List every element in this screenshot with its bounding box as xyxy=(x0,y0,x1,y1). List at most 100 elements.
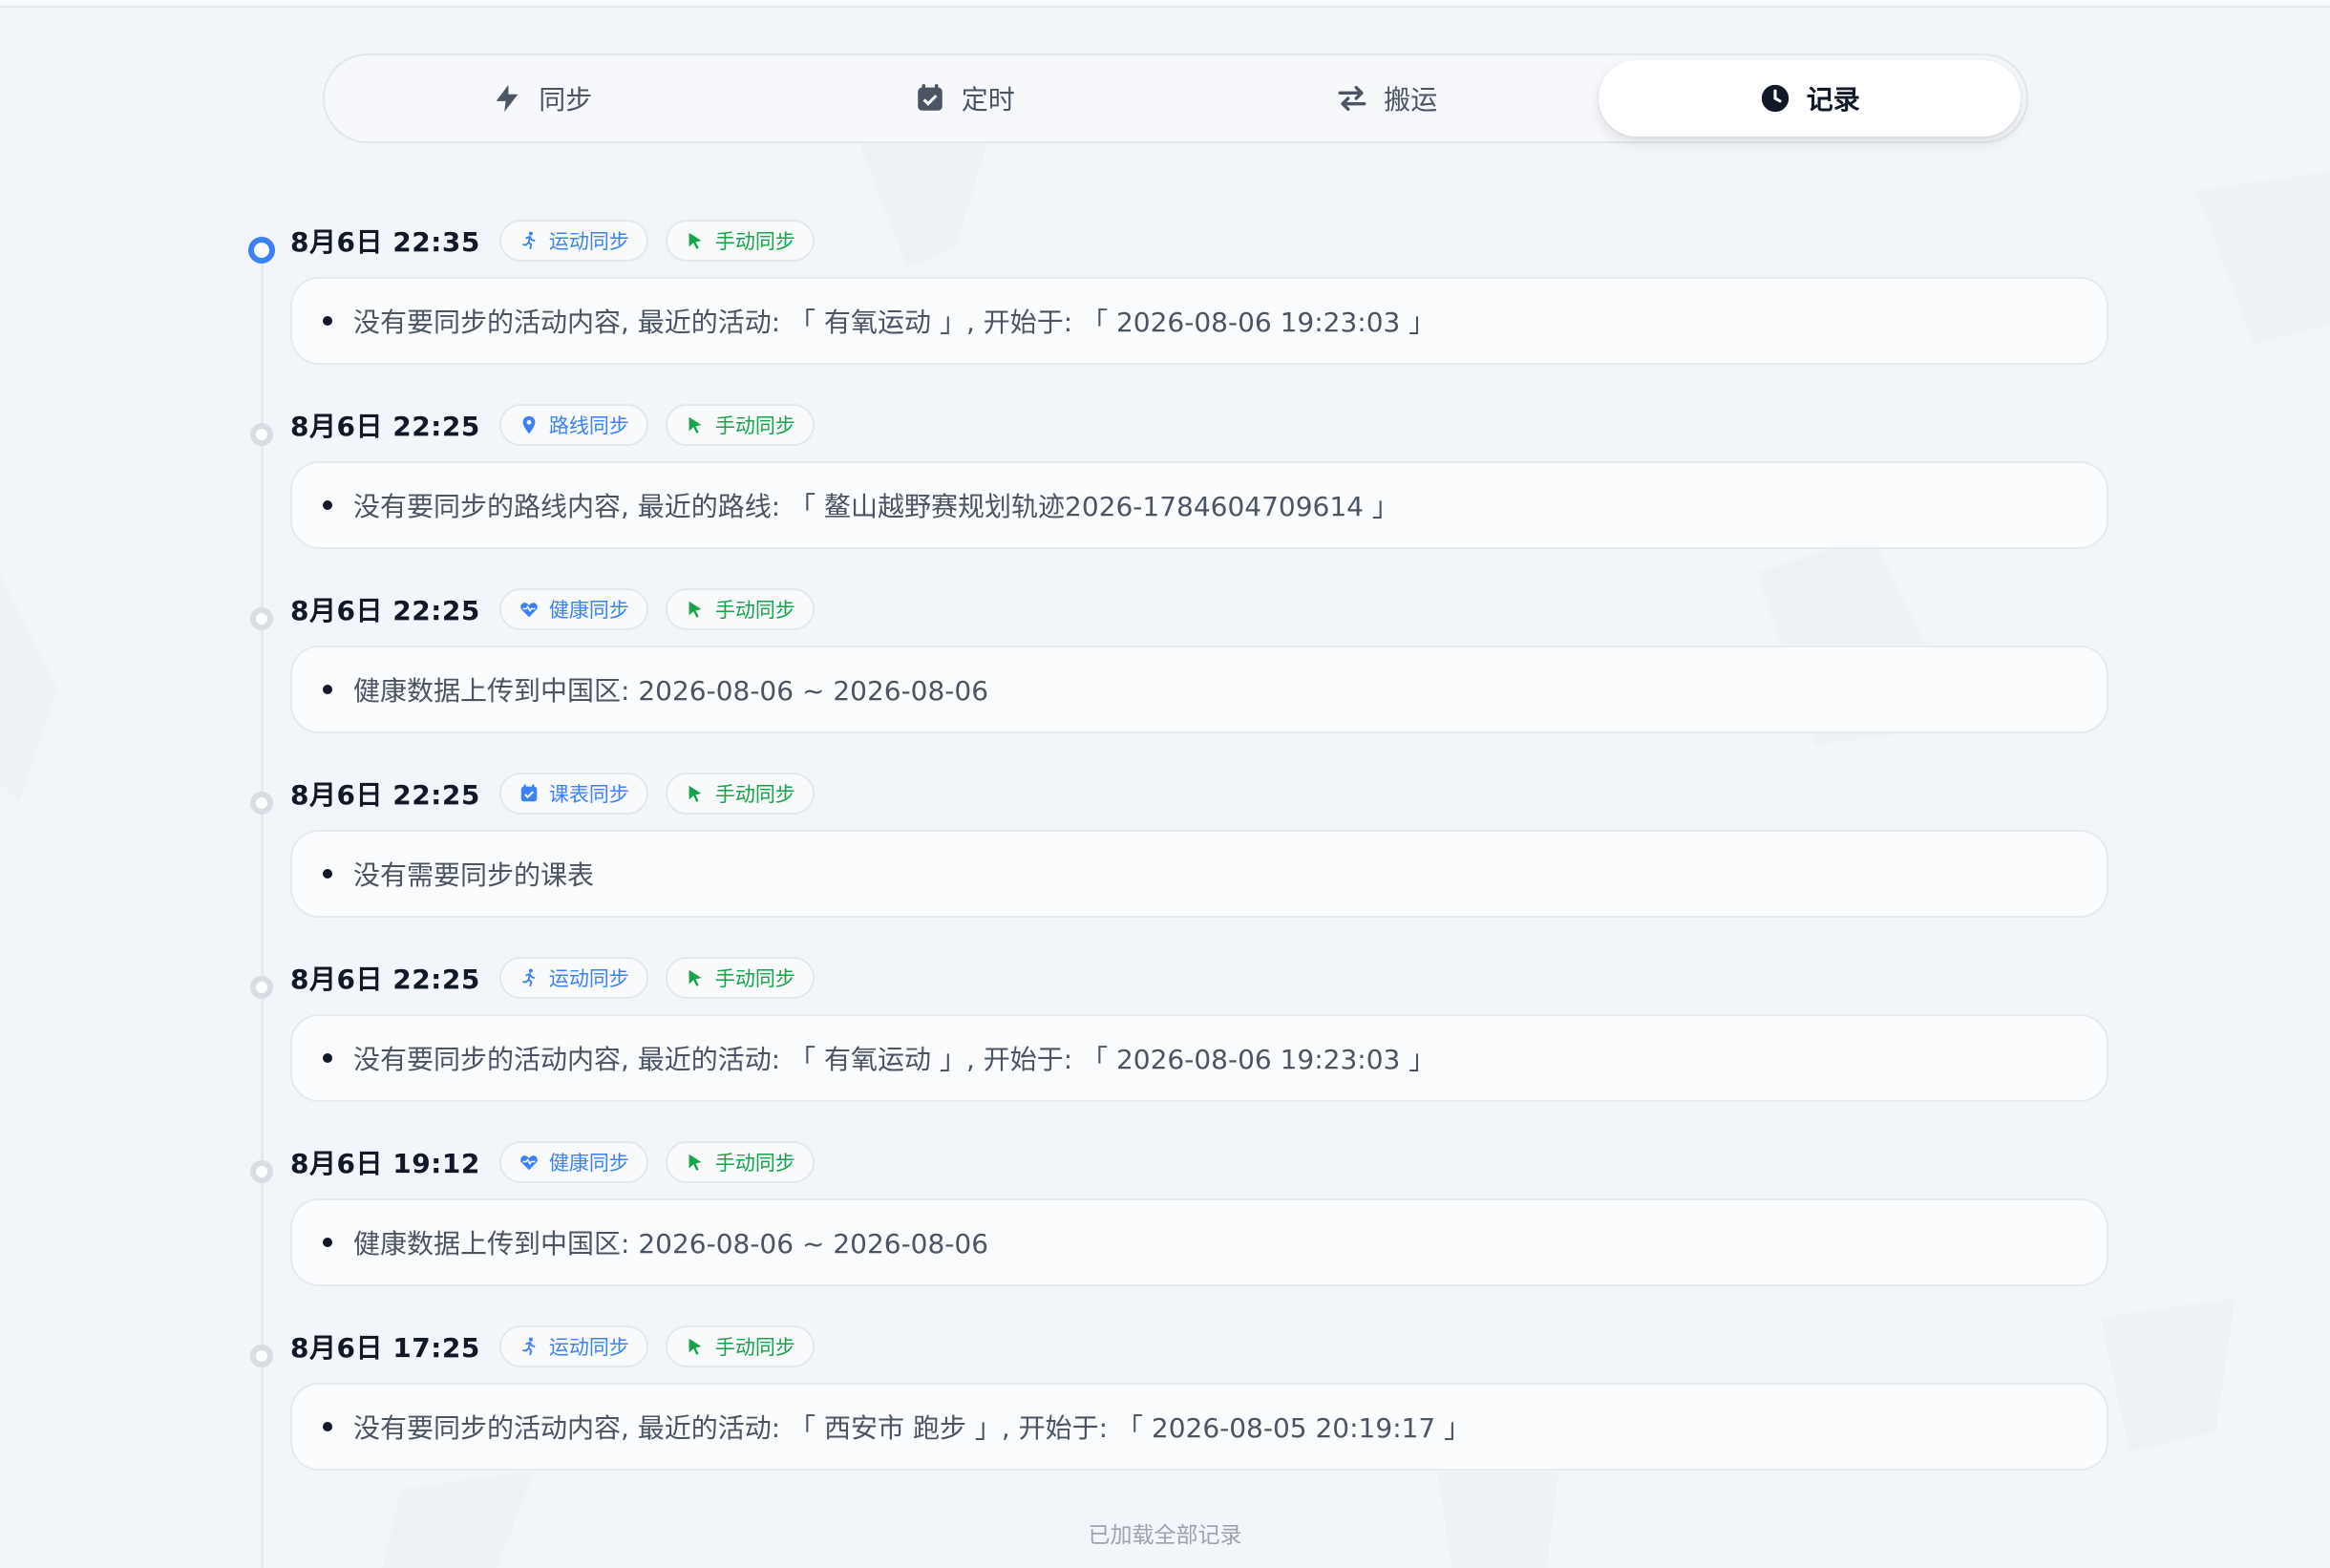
cursor-icon xyxy=(688,1338,702,1355)
record-content: 健康数据上传到中国区: 2026-08-06 ~ 2026-08-06 xyxy=(290,1198,2108,1286)
cursor-icon xyxy=(688,969,702,986)
timeline-dot xyxy=(250,423,273,446)
record-type-badge: 课表同步 xyxy=(498,773,648,815)
record-message: 没有要同步的路线内容, 最近的路线: 「 鳌山越野赛规划轨迹2026-17846… xyxy=(353,491,1399,522)
record-content: 健康数据上传到中国区: 2026-08-06 ~ 2026-08-06 xyxy=(290,646,2108,733)
badge-label: 手动同步 xyxy=(714,967,795,990)
record-header: 8月6日 22:25 课表同步 手动同步 xyxy=(290,771,815,816)
record-time: 8月6日 19:12 xyxy=(290,1148,480,1179)
bullet xyxy=(323,316,332,326)
record-time: 8月6日 17:25 xyxy=(290,1332,480,1364)
record-item: 8月6日 22:25 健康同步 手动同步 健康数据上传到中国区: 2026-08… xyxy=(0,567,2330,752)
record-content: 没有要同步的活动内容, 最近的活动: 「 有氧运动 」, 开始于: 「 2026… xyxy=(290,1014,2108,1102)
record-item: 8月6日 22:25 运动同步 手动同步 没有要同步的活动内容, 最近的活动: … xyxy=(0,936,2330,1120)
tab-label: 搬运 xyxy=(1384,84,1438,116)
tab-records[interactable]: 记录 xyxy=(1598,60,2021,137)
cursor-icon xyxy=(688,1154,702,1171)
map-pin-icon xyxy=(522,415,536,434)
badge-label: 课表同步 xyxy=(548,783,629,806)
tab-transfer[interactable]: 搬运 xyxy=(1176,60,1599,137)
record-content: 没有要同步的活动内容, 最近的活动: 「 西安市 跑步 」, 开始于: 「 20… xyxy=(290,1383,2108,1471)
clock-icon xyxy=(1761,84,1789,113)
timeline-dot xyxy=(250,976,273,999)
record-header: 8月6日 22:35 运动同步 手动同步 xyxy=(290,218,815,264)
timeline-dot xyxy=(250,792,273,815)
cursor-icon xyxy=(688,601,702,618)
timeline-dot xyxy=(248,237,275,264)
cursor-icon xyxy=(688,416,702,434)
tab-schedule[interactable]: 定时 xyxy=(753,60,1176,137)
record-mode-badge: 手动同步 xyxy=(665,220,815,262)
record-type-badge: 运动同步 xyxy=(498,957,648,999)
badge-label: 手动同步 xyxy=(714,1336,795,1359)
tab-label: 记录 xyxy=(1806,84,1860,116)
badge-label: 手动同步 xyxy=(714,599,795,622)
top-divider xyxy=(0,0,2330,8)
timeline-dot xyxy=(250,607,273,630)
badge-label: 手动同步 xyxy=(714,414,795,437)
record-time: 8月6日 22:25 xyxy=(290,595,480,626)
bullet xyxy=(323,500,332,510)
badge-label: 手动同步 xyxy=(714,783,795,806)
record-message: 没有要同步的活动内容, 最近的活动: 「 有氧运动 」, 开始于: 「 2026… xyxy=(353,1044,1436,1075)
record-type-badge: 健康同步 xyxy=(498,1141,648,1183)
record-item: 8月6日 22:25 路线同步 手动同步 没有要同步的路线内容, 最近的路线: … xyxy=(0,383,2330,567)
record-header: 8月6日 22:25 路线同步 手动同步 xyxy=(290,402,815,448)
calendar-check-icon xyxy=(917,84,943,111)
timeline-dot xyxy=(250,1160,273,1183)
record-message: 没有要同步的活动内容, 最近的活动: 「 有氧运动 」, 开始于: 「 2026… xyxy=(353,307,1436,338)
bullet xyxy=(323,685,332,694)
tab-label: 定时 xyxy=(961,84,1015,116)
badge-label: 运动同步 xyxy=(548,230,629,253)
badge-label: 运动同步 xyxy=(548,1336,629,1359)
record-message: 健康数据上传到中国区: 2026-08-06 ~ 2026-08-06 xyxy=(353,1228,989,1260)
record-item: 8月6日 19:12 健康同步 手动同步 健康数据上传到中国区: 2026-08… xyxy=(0,1120,2330,1304)
tab-sync[interactable]: 同步 xyxy=(330,60,753,137)
record-time: 8月6日 22:35 xyxy=(290,226,480,258)
badge-label: 手动同步 xyxy=(714,230,795,253)
record-header: 8月6日 17:25 运动同步 手动同步 xyxy=(290,1324,815,1369)
running-person-icon xyxy=(521,968,536,987)
record-item: 8月6日 22:35 运动同步 手动同步 没有要同步的活动内容, 最近的活动: … xyxy=(0,199,2330,383)
record-content: 没有要同步的活动内容, 最近的活动: 「 有氧运动 」, 开始于: 「 2026… xyxy=(290,277,2108,365)
badge-label: 路线同步 xyxy=(548,414,629,437)
tab-bar: 同步 定时 搬运 记录 xyxy=(323,53,2028,143)
record-header: 8月6日 22:25 运动同步 手动同步 xyxy=(290,955,815,1001)
record-message: 没有需要同步的课表 xyxy=(353,859,595,891)
transfer-arrows-icon xyxy=(1338,85,1366,112)
record-mode-badge: 手动同步 xyxy=(665,773,815,815)
record-header: 8月6日 22:25 健康同步 手动同步 xyxy=(290,586,815,632)
badge-label: 运动同步 xyxy=(548,967,629,990)
record-time: 8月6日 22:25 xyxy=(290,779,480,811)
badge-label: 健康同步 xyxy=(548,1152,629,1175)
record-time: 8月6日 22:25 xyxy=(290,964,480,995)
record-item: 8月6日 17:25 运动同步 手动同步 没有要同步的活动内容, 最近的活动: … xyxy=(0,1304,2330,1489)
record-mode-badge: 手动同步 xyxy=(665,957,815,999)
record-time: 8月6日 22:25 xyxy=(290,411,480,442)
badge-label: 手动同步 xyxy=(714,1152,795,1175)
record-item: 8月6日 22:25 课表同步 手动同步 没有需要同步的课表 xyxy=(0,752,2330,936)
heart-pulse-icon xyxy=(520,1155,538,1171)
timeline-dot xyxy=(250,1345,273,1367)
record-content: 没有要同步的路线内容, 最近的路线: 「 鳌山越野赛规划轨迹2026-17846… xyxy=(290,461,2108,549)
record-header: 8月6日 19:12 健康同步 手动同步 xyxy=(290,1139,815,1185)
badge-label: 健康同步 xyxy=(548,599,629,622)
heart-pulse-icon xyxy=(520,603,538,618)
bullet xyxy=(323,1238,332,1247)
record-mode-badge: 手动同步 xyxy=(665,588,815,630)
record-type-badge: 路线同步 xyxy=(498,404,648,446)
record-type-badge: 健康同步 xyxy=(498,588,648,630)
bolt-icon xyxy=(496,84,519,113)
running-person-icon xyxy=(521,1337,536,1356)
record-mode-badge: 手动同步 xyxy=(665,1325,815,1367)
record-content: 没有需要同步的课表 xyxy=(290,830,2108,918)
all-loaded-text: 已加载全部记录 xyxy=(1088,1523,1242,1548)
record-message: 健康数据上传到中国区: 2026-08-06 ~ 2026-08-06 xyxy=(353,675,989,707)
bullet xyxy=(323,1422,332,1431)
bullet xyxy=(323,1053,332,1063)
record-mode-badge: 手动同步 xyxy=(665,404,815,446)
record-message: 没有要同步的活动内容, 最近的活动: 「 西安市 跑步 」, 开始于: 「 20… xyxy=(353,1412,1472,1444)
record-type-badge: 运动同步 xyxy=(498,1325,648,1367)
record-type-badge: 运动同步 xyxy=(498,220,648,262)
cursor-icon xyxy=(688,232,702,249)
